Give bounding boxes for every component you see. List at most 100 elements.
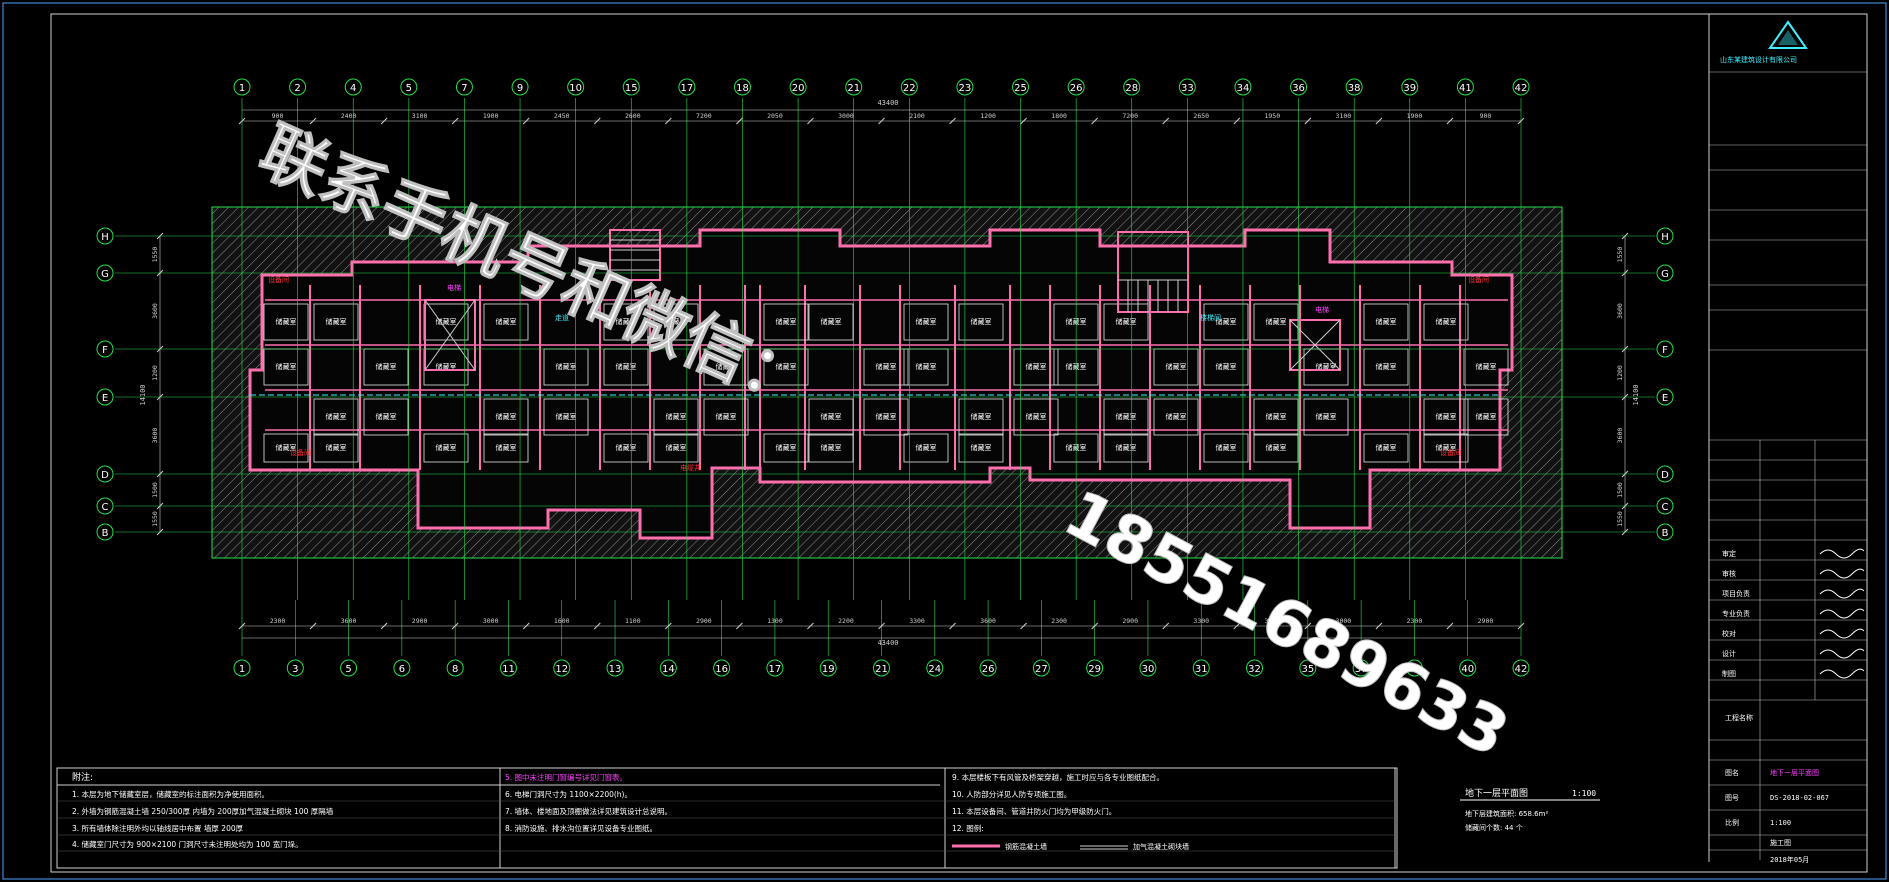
axis-label-bottom: 21 [875, 664, 888, 675]
area-line: 地下层建筑面积: 658.6m² [1465, 809, 1548, 818]
room-label: 储藏室 [971, 412, 992, 421]
dimension-value: 3100 [1336, 112, 1352, 120]
axis-label-bottom: 30 [1142, 664, 1155, 675]
company-logo [1768, 20, 1808, 49]
room-label: 储藏室 [1216, 362, 1237, 371]
axis-label-left: F [102, 345, 108, 356]
signature-mark [1819, 668, 1865, 679]
axis-label-bottom: 12 [555, 664, 568, 675]
special-room-label: 设备间 [268, 275, 289, 284]
room-label: 储藏室 [1376, 317, 1397, 326]
room-label: 储藏室 [1026, 362, 1047, 371]
room-label: 储藏室 [556, 412, 577, 421]
axis-label-top: 15 [625, 83, 638, 94]
dimension-value: 2300 [1407, 617, 1423, 625]
dimension-value: 3600 [980, 617, 996, 625]
room-label: 储藏室 [1216, 443, 1237, 452]
axis-label-left: E [102, 393, 108, 404]
dimension-value: 2300 [1051, 617, 1067, 625]
title-block-row-label: 设计 [1722, 649, 1736, 658]
dimension-value: 2900 [696, 617, 712, 625]
axis-label-right: G [1661, 269, 1669, 280]
scale-label: 比例 [1725, 818, 1739, 827]
axis-label-left: H [101, 232, 109, 243]
drawing-date: 2018年05月 [1770, 855, 1809, 864]
dimension-value: 1550 [151, 247, 159, 263]
signature-mark [1819, 548, 1865, 559]
title-block-grid [1709, 71, 1867, 860]
note-line: 7. 墙体、楼地面及顶棚做法详见建筑设计总说明。 [505, 806, 672, 816]
room-label: 储藏室 [556, 362, 577, 371]
room-label: 储藏室 [971, 443, 992, 452]
room-label: 储藏室 [1436, 317, 1457, 326]
room-label: 储藏室 [876, 412, 897, 421]
note-line: 10. 人防部分详见人防专项施工图。 [952, 789, 1071, 799]
special-room-label: 楼梯间 [1200, 313, 1221, 322]
axis-label-bottom: 16 [715, 664, 728, 675]
axis-label-right: C [1662, 502, 1669, 513]
dimension-value: 3300 [909, 617, 925, 625]
dimension-value: 3600 [1616, 303, 1624, 319]
dimension-value: 1900 [483, 112, 499, 120]
dimension-value: 7200 [1122, 112, 1138, 120]
axis-label-right: B [1662, 528, 1669, 539]
axis-label-bottom: 5 [345, 664, 351, 675]
axis-label-top: 1 [239, 83, 245, 94]
special-room-label: 设备间 [290, 448, 311, 457]
overall-dim-bottom: 43400 [877, 639, 898, 647]
note-line: 11. 本层设备间、管道井防火门均为甲级防火门。 [952, 806, 1116, 816]
axis-label-bottom: 29 [1088, 664, 1101, 675]
axis-label-bottom: 24 [928, 664, 941, 675]
axis-label-bottom: 6 [399, 664, 405, 675]
room-label: 储藏室 [916, 362, 937, 371]
dimension-value: 2650 [1193, 112, 1209, 120]
dimension-value: 2900 [1122, 617, 1138, 625]
legend-item: 加气混凝土砌块墙 [1133, 842, 1189, 851]
dimension-value: 1550 [1616, 247, 1624, 263]
room-label: 储藏室 [496, 317, 517, 326]
axis-label-top: 25 [1014, 83, 1027, 94]
room-label: 储藏室 [821, 317, 842, 326]
dimension-value: 2050 [767, 112, 783, 120]
company-name: 山东某建筑设计有限公司 [1720, 55, 1797, 64]
note-line: 1. 本层为地下储藏室层，储藏室的标注面积为净使用面积。 [72, 789, 269, 799]
room-label: 储藏室 [616, 443, 637, 452]
axis-label-top: 10 [569, 83, 582, 94]
room-label: 储藏室 [376, 362, 397, 371]
room-label: 储藏室 [1376, 362, 1397, 371]
sheet-scale: 1:100 [1572, 789, 1596, 798]
sheet-title-box: 地下一层平面图 1:100 地下层建筑面积: 658.6m² 储藏间个数: 44… [1460, 787, 1600, 832]
note-line-highlight: 5. 图中未注明门窗编号详见门窗表。 [505, 772, 627, 782]
dimension-value: 1300 [767, 617, 783, 625]
legend: 钢筋混凝土墙 加气混凝土砌块墙 [952, 842, 1189, 851]
special-room-label: 电缆井 [680, 463, 701, 472]
room-label: 储藏室 [971, 317, 992, 326]
note-line: 2. 外墙为钢筋混凝土墙 250/300厚 内墙为 200厚加气混凝土砌块 10… [72, 806, 334, 816]
room-label: 储藏室 [1026, 412, 1047, 421]
dimension-value: 3600 [151, 303, 159, 319]
special-room-label: 设备间 [1440, 448, 1461, 457]
axis-label-left: G [101, 269, 109, 280]
room-label: 储藏室 [1116, 412, 1137, 421]
project-label: 工程名称 [1725, 713, 1753, 722]
axis-label-bottom: 27 [1035, 664, 1048, 675]
room-label: 储藏室 [916, 317, 937, 326]
dimension-value: 1200 [980, 112, 996, 120]
room-label: 储藏室 [326, 412, 347, 421]
axis-label-top: 39 [1403, 83, 1416, 94]
dimension-value: 1600 [554, 617, 570, 625]
room-label: 储藏室 [1116, 317, 1137, 326]
signature-mark [1819, 648, 1865, 659]
special-room-label: 电梯 [447, 283, 461, 292]
dimension-value: 2600 [625, 112, 641, 120]
room-label: 储藏室 [326, 317, 347, 326]
note-line: 3. 所有墙体除注明外均以轴线居中布置 墙厚 200厚 [72, 823, 244, 833]
dimension-value: 3600 [1616, 428, 1624, 444]
axis-label-bottom: 13 [609, 664, 622, 675]
axis-label-left: C [102, 502, 109, 513]
room-label: 储藏室 [436, 443, 457, 452]
axis-label-top: 26 [1070, 83, 1083, 94]
scale-value: 1:100 [1770, 819, 1791, 827]
signature-mark [1819, 608, 1865, 619]
overall-dim-top: 43400 [877, 99, 898, 107]
